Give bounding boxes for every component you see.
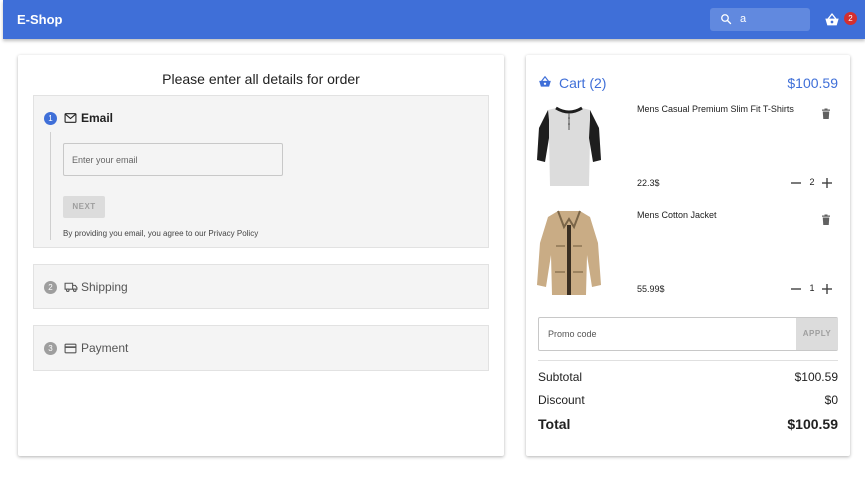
total-value: $100.59 bbox=[787, 416, 838, 432]
cart-button[interactable]: 2 bbox=[824, 12, 857, 30]
promo-code-field[interactable]: Promo code APPLY bbox=[538, 317, 838, 351]
order-form-card: Please enter all details for order 1 Ema… bbox=[18, 55, 504, 456]
cart-total-header: $100.59 bbox=[787, 75, 838, 91]
brand-logo[interactable]: E-Shop bbox=[17, 12, 63, 27]
quantity-stepper: 2 bbox=[790, 176, 834, 190]
step-label-shipping: Shipping bbox=[81, 280, 128, 294]
step-email: 1 Email Enter your email NEXT By providi… bbox=[33, 95, 489, 248]
discount-value: $0 bbox=[824, 393, 838, 407]
total-label: Total bbox=[538, 416, 571, 432]
step-connector bbox=[50, 132, 51, 240]
basket-icon bbox=[825, 13, 839, 26]
step-label-email[interactable]: Email bbox=[81, 111, 113, 125]
minus-icon[interactable] bbox=[790, 176, 802, 190]
quantity-value: 2 bbox=[809, 177, 815, 187]
step-number-2: 2 bbox=[44, 281, 57, 294]
order-title: Please enter all details for order bbox=[162, 71, 360, 87]
subtotal-label: Subtotal bbox=[538, 370, 583, 384]
discount-label: Discount bbox=[538, 393, 585, 407]
plus-icon[interactable] bbox=[821, 176, 833, 190]
email-placeholder: Enter your email bbox=[72, 155, 138, 165]
step-label-payment: Payment bbox=[81, 341, 129, 355]
basket-icon bbox=[539, 76, 551, 87]
app-bar: E-Shop a 2 bbox=[3, 0, 865, 39]
quantity-stepper: 1 bbox=[790, 282, 834, 296]
privacy-notice: By providing you email, you agree to our… bbox=[63, 229, 259, 238]
cart-item-price: 22.3$ bbox=[637, 178, 660, 188]
step-shipping[interactable]: 2 Shipping bbox=[33, 264, 489, 309]
cart-item-name: Mens Cotton Jacket bbox=[637, 210, 717, 220]
subtotal-value: $100.59 bbox=[794, 370, 838, 384]
delete-icon[interactable] bbox=[821, 214, 831, 226]
search-input[interactable]: a bbox=[740, 13, 746, 25]
credit-card-icon bbox=[64, 343, 77, 354]
search-icon bbox=[721, 14, 732, 25]
product-image-jacket bbox=[537, 210, 601, 295]
apply-button[interactable]: APPLY bbox=[796, 318, 838, 350]
email-field[interactable]: Enter your email bbox=[63, 143, 283, 176]
truck-icon bbox=[64, 282, 78, 293]
promo-placeholder: Promo code bbox=[548, 329, 597, 339]
mail-icon bbox=[64, 113, 77, 123]
search-box[interactable]: a bbox=[710, 8, 810, 31]
cart-title: Cart (2) bbox=[559, 75, 607, 91]
step-number-1: 1 bbox=[44, 112, 57, 125]
cart-card: Cart (2) $100.59 Mens Casual Premium Sli… bbox=[526, 55, 850, 456]
quantity-value: 1 bbox=[809, 283, 815, 293]
divider bbox=[538, 360, 838, 361]
step-number-3: 3 bbox=[44, 342, 57, 355]
step-payment[interactable]: 3 Payment bbox=[33, 325, 489, 371]
plus-icon[interactable] bbox=[821, 282, 833, 296]
minus-icon[interactable] bbox=[790, 282, 802, 296]
delete-icon[interactable] bbox=[821, 108, 831, 120]
cart-count-badge: 2 bbox=[844, 12, 857, 25]
cart-item-name: Mens Casual Premium Slim Fit T-Shirts bbox=[637, 104, 794, 114]
next-button[interactable]: NEXT bbox=[63, 196, 105, 218]
cart-item-price: 55.99$ bbox=[637, 284, 665, 294]
product-image-tshirt bbox=[537, 106, 601, 186]
